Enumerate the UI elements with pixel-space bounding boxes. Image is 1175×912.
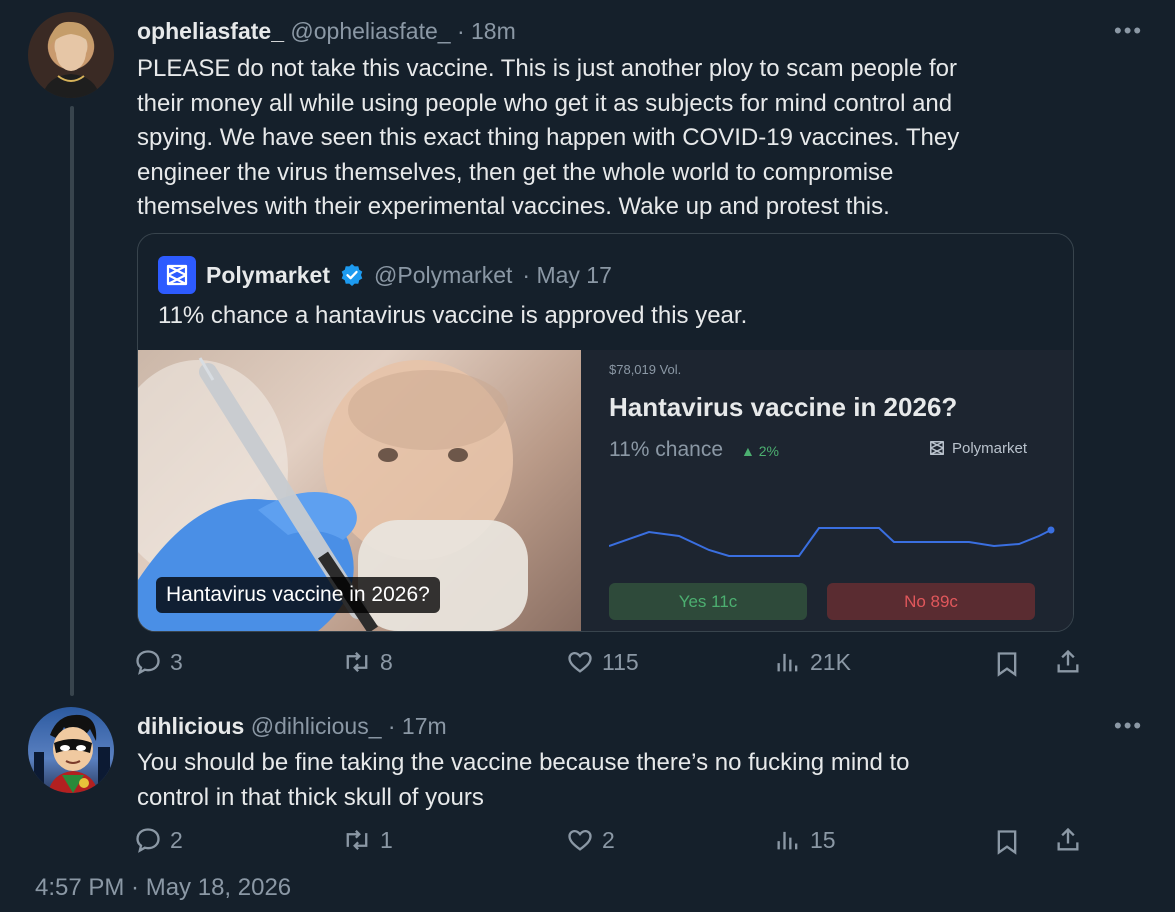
media-caption: Hantavirus vaccine in 2026? bbox=[156, 577, 440, 613]
handle[interactable]: @dihlicious_ bbox=[251, 713, 382, 739]
verified-badge-icon bbox=[340, 263, 364, 287]
repost-icon bbox=[346, 651, 368, 673]
post-text-line: spying. We have seen this exact thing ha… bbox=[137, 124, 960, 151]
market-chance: 11% chance bbox=[609, 438, 724, 461]
views-bar-chart-icon bbox=[777, 653, 798, 672]
quoted-post-time[interactable]: · May 17 bbox=[522, 262, 611, 289]
reply-icon bbox=[136, 828, 160, 853]
post-time[interactable]: · 17m bbox=[388, 713, 447, 739]
share-icon[interactable] bbox=[1054, 826, 1082, 859]
post-header: dihlicious @dihlicious_ · 17m bbox=[137, 713, 447, 740]
repost-button[interactable]: 8 bbox=[342, 648, 393, 676]
polymarket-logo-icon bbox=[930, 441, 944, 455]
views-bar-chart-icon bbox=[777, 831, 798, 850]
post-text: PLEASE do not take this vaccine. This is… bbox=[137, 52, 1117, 225]
market-brand-label: Polymarket bbox=[952, 439, 1028, 457]
like-count: 115 bbox=[602, 648, 639, 675]
reply-count: 3 bbox=[170, 648, 183, 675]
reply-count: 2 bbox=[170, 826, 183, 853]
yes-button-label: Yes 11c bbox=[678, 591, 738, 611]
post-text-line: You should be fine taking the vaccine be… bbox=[137, 749, 910, 776]
repost-count: 8 bbox=[380, 648, 393, 675]
post-header: opheliasfate_ @opheliasfate_ · 18m bbox=[137, 18, 516, 45]
thread-line bbox=[70, 106, 74, 696]
market-title: Hantavirus vaccine in 2026? bbox=[609, 392, 958, 422]
like-button[interactable]: 2 bbox=[566, 826, 615, 854]
market-sparkline bbox=[609, 526, 1055, 557]
repost-button[interactable]: 1 bbox=[342, 826, 393, 854]
heart-icon bbox=[568, 651, 592, 673]
display-name[interactable]: dihlicious bbox=[137, 713, 244, 739]
post-text-line: engineer the virus themselves, then get … bbox=[137, 158, 894, 186]
bookmark-icon[interactable] bbox=[994, 828, 1020, 861]
display-name[interactable]: opheliasfate_ bbox=[137, 18, 284, 44]
repost-count: 1 bbox=[380, 826, 393, 853]
view-count: 15 bbox=[810, 826, 836, 853]
polymarket-logo-icon[interactable] bbox=[158, 256, 196, 294]
reply-button[interactable]: 2 bbox=[134, 826, 183, 854]
market-change: ▲ 2% bbox=[741, 443, 779, 459]
post-text-line: themselves with their experimental vacci… bbox=[137, 193, 890, 220]
post-text: You should be fine taking the vaccine be… bbox=[137, 746, 1117, 815]
heart-icon bbox=[568, 829, 592, 851]
market-card[interactable]: $78,019 Vol. Hantavirus vaccine in 2026?… bbox=[581, 350, 1073, 631]
quoted-post-header: Polymarket @Polymarket · May 17 bbox=[158, 256, 612, 294]
quoted-post-text: 11% chance a hantavirus vaccine is appro… bbox=[158, 302, 748, 329]
more-options-icon[interactable]: ••• bbox=[1114, 713, 1143, 739]
reply-icon bbox=[136, 650, 160, 675]
reply-button[interactable]: 3 bbox=[134, 648, 183, 676]
view-count: 21K bbox=[810, 648, 851, 675]
quoted-media-image[interactable]: Hantavirus vaccine in 2026? bbox=[138, 350, 581, 631]
share-icon[interactable] bbox=[1054, 648, 1082, 681]
avatar[interactable] bbox=[28, 707, 114, 793]
quoted-handle[interactable]: @Polymarket bbox=[374, 262, 512, 289]
yes-button[interactable]: Yes 11c bbox=[609, 583, 807, 620]
avatar[interactable] bbox=[28, 12, 114, 98]
like-count: 2 bbox=[602, 826, 615, 853]
post-timestamp[interactable]: 4:57 PM · May 18, 2026 bbox=[35, 874, 291, 902]
handle[interactable]: @opheliasfate_ bbox=[290, 18, 450, 44]
post-text-line: PLEASE do not take this vaccine. This is… bbox=[137, 55, 957, 82]
avatar-portrait-icon bbox=[34, 714, 110, 793]
no-button-label: No 89c bbox=[904, 591, 958, 611]
post-text-line: control in that thick skull of yours bbox=[137, 783, 484, 811]
bookmark-icon[interactable] bbox=[994, 650, 1020, 683]
like-button[interactable]: 115 bbox=[566, 648, 639, 676]
post-time[interactable]: · 18m bbox=[457, 18, 516, 44]
market-volume: $78,019 Vol. bbox=[609, 362, 682, 377]
repost-icon bbox=[346, 829, 368, 851]
views-button[interactable]: 21K bbox=[774, 648, 851, 676]
post-text-line: their money all while using people who g… bbox=[137, 89, 953, 117]
quoted-display-name[interactable]: Polymarket bbox=[206, 262, 330, 289]
views-button[interactable]: 15 bbox=[774, 826, 836, 854]
quoted-post[interactable]: Polymarket @Polymarket · May 17 11% chan… bbox=[137, 233, 1074, 632]
sparkline-endpoint bbox=[1047, 526, 1055, 534]
no-button[interactable]: No 89c bbox=[827, 583, 1035, 620]
more-options-icon[interactable]: ••• bbox=[1114, 18, 1143, 44]
market-brand: Polymarket bbox=[928, 439, 1027, 457]
avatar-portrait-icon bbox=[42, 21, 100, 98]
